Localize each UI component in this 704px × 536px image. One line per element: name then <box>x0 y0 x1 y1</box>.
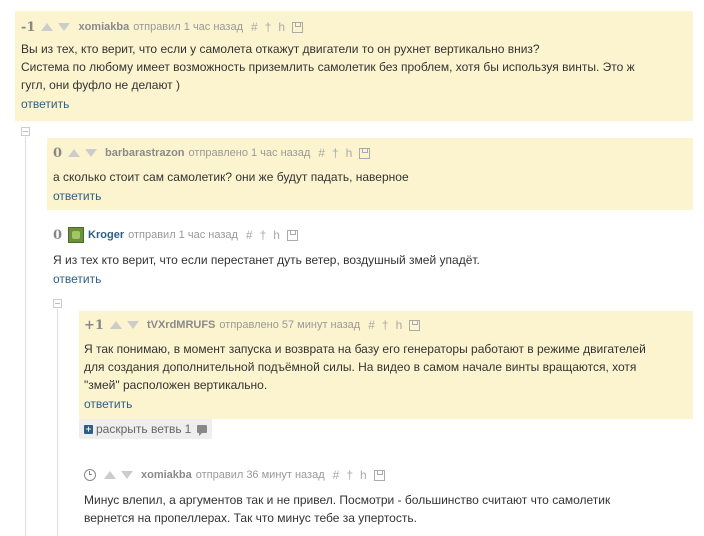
downvote-icon[interactable] <box>85 149 98 157</box>
thread-icon[interactable]: h <box>346 146 353 160</box>
comment-bubble-icon <box>197 425 208 436</box>
comment-text-line: Я из тех кто верит, что если перестанет … <box>53 253 480 267</box>
comment: 0 Kroger отправил 1 час назад # † h Я из… <box>47 222 693 294</box>
collapse-toggle[interactable] <box>53 299 62 308</box>
reply-link[interactable]: ответить <box>21 97 69 111</box>
comment-timestamp: отправлено 1 час назад <box>188 147 311 159</box>
comment-header: +1 tVXrdMRUFS отправлено 57 минут назад … <box>84 315 687 335</box>
comment: 0 barbarastrazon отправлено 1 час назад … <box>47 138 693 210</box>
comment-timestamp: отправил 1 час назад <box>128 229 238 241</box>
comment-text-line: "змей" расположен вертикально. <box>84 378 268 392</box>
parent-icon[interactable]: † <box>346 468 353 482</box>
permalink-icon[interactable]: # <box>251 20 258 34</box>
comment-body: Я из тех кто верит, что если перестанет … <box>53 251 687 269</box>
comment-body: Минус влепил, а аргументов так и не прив… <box>84 491 687 527</box>
parent-icon[interactable]: † <box>332 146 339 160</box>
comment-text-line: Я так понимаю, в момент запуска и возвра… <box>84 342 646 356</box>
save-icon[interactable] <box>359 147 371 159</box>
comment-score: 0 <box>53 145 63 161</box>
save-icon[interactable] <box>286 229 298 241</box>
reply-link[interactable]: ответить <box>84 397 132 411</box>
permalink-icon[interactable]: # <box>246 228 253 242</box>
comment-timestamp: отправил 36 минут назад <box>195 469 325 481</box>
thread-line <box>57 309 58 536</box>
user-avatar[interactable] <box>68 227 85 243</box>
comment-body: а сколько стоит сам самолетик? они же бу… <box>53 168 687 186</box>
comment-body: Вы из тех, кто верит, что если у самолет… <box>21 40 687 94</box>
parent-icon[interactable]: † <box>260 228 267 242</box>
comment-score: -1 <box>21 19 36 35</box>
comment-body: Я так понимаю, в момент запуска и возвра… <box>84 340 687 394</box>
comment-author[interactable]: barbarastrazon <box>105 147 184 159</box>
upvote-icon[interactable] <box>68 149 81 157</box>
comment-text-line: вернется на пропеллерах. Так что минус т… <box>84 511 417 525</box>
thread-icon[interactable]: h <box>278 20 285 34</box>
comment-author[interactable]: xomiakba <box>78 21 129 33</box>
thread-icon[interactable]: h <box>273 228 280 242</box>
comment-author[interactable]: tVXrdMRUFS <box>147 319 215 331</box>
comment-text-line: Минус влепил, а аргументов так и не прив… <box>84 493 611 507</box>
save-icon[interactable] <box>292 21 304 33</box>
parent-icon[interactable]: † <box>382 318 389 332</box>
comment-header: -1 xomiakba отправил 1 час назад # † h <box>21 17 687 37</box>
collapse-toggle[interactable] <box>21 127 30 136</box>
upvote-icon[interactable] <box>109 321 122 329</box>
comment-tools: # † h <box>333 468 385 482</box>
expand-branch-count: 1 <box>184 422 192 436</box>
comment-timestamp: отправил 1 час назад <box>133 21 243 33</box>
comment-header: 0 barbarastrazon отправлено 1 час назад … <box>53 143 687 163</box>
reply-link[interactable]: ответить <box>53 189 101 203</box>
reply-link[interactable]: ответить <box>53 272 101 286</box>
permalink-icon[interactable]: # <box>368 318 375 332</box>
save-icon[interactable] <box>409 319 421 331</box>
parent-icon[interactable]: † <box>265 20 272 34</box>
comment-tools: # † h <box>318 146 371 160</box>
comment-text-line: а сколько стоит сам самолетик? они же бу… <box>53 170 409 184</box>
clock-icon <box>84 469 96 481</box>
comment-text-line: гугл, они фуфло не делают ) <box>21 78 181 92</box>
downvote-icon[interactable] <box>121 471 133 479</box>
upvote-icon[interactable] <box>104 471 116 479</box>
expand-branch-label: раскрыть ветвь <box>96 422 182 436</box>
thread-icon[interactable]: h <box>396 318 403 332</box>
comment-author[interactable]: Kroger <box>88 229 124 241</box>
comment: -1 xomiakba отправил 1 час назад # † h В… <box>15 11 693 121</box>
downvote-icon[interactable] <box>126 321 139 329</box>
comment: xomiakba отправил 36 минут назад # † h М… <box>79 462 693 536</box>
comment-tools: # † h <box>251 20 304 34</box>
comment-text-line: Система по любому имеет возможность приз… <box>21 60 635 74</box>
comment-score: +1 <box>84 317 104 333</box>
thread-icon[interactable]: h <box>360 468 367 482</box>
upvote-icon[interactable] <box>41 23 54 31</box>
expand-branch-button[interactable]: + раскрыть ветвь 1 <box>79 419 213 439</box>
comment-tools: # † h <box>368 318 421 332</box>
comment-timestamp: отправлено 57 минут назад <box>219 319 361 331</box>
thread-line <box>25 137 26 536</box>
comment-text-line: для создания дополнительной подъёмной си… <box>84 360 637 374</box>
comment-header: 0 Kroger отправил 1 час назад # † h <box>53 225 687 245</box>
permalink-icon[interactable]: # <box>333 468 340 482</box>
comment-header: xomiakba отправил 36 минут назад # † h <box>84 465 687 485</box>
comment-author[interactable]: xomiakba <box>141 469 192 481</box>
comment-score: 0 <box>53 227 63 243</box>
permalink-icon[interactable]: # <box>318 146 325 160</box>
comment-tools: # † h <box>246 228 298 242</box>
comment-text-line: Вы из тех, кто верит, что если у самолет… <box>21 42 540 56</box>
save-icon[interactable] <box>373 469 385 481</box>
downvote-icon[interactable] <box>58 23 71 31</box>
comment: +1 tVXrdMRUFS отправлено 57 минут назад … <box>79 311 693 419</box>
plus-icon: + <box>84 423 93 434</box>
